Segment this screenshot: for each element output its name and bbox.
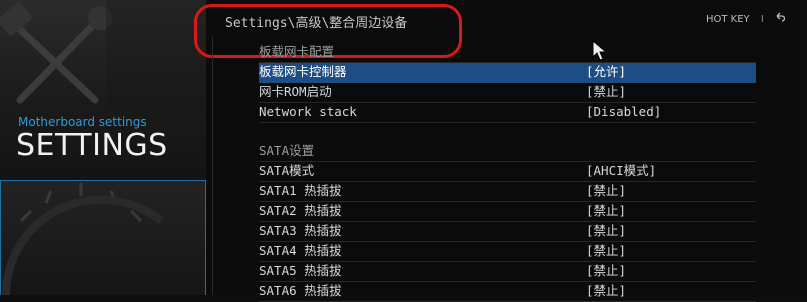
setting-label: SATA模式 [259, 163, 315, 178]
setting-value[interactable]: [Disabled] [586, 103, 661, 121]
section-header: SATA设置 [259, 142, 756, 162]
setting-value[interactable]: [禁止] [586, 282, 626, 300]
gauge-icon [2, 183, 164, 295]
section-header: 板载网卡配置 [259, 43, 756, 63]
setting-row[interactable]: SATA4 热插拔 [禁止] [259, 242, 756, 262]
setting-row[interactable]: 板载网卡控制器 [允许] [259, 63, 756, 83]
hotkey-bar: HOT KEY I [706, 12, 786, 25]
setting-row[interactable]: SATA1 热插拔 [禁止] [259, 182, 756, 202]
setting-value[interactable]: [禁止] [586, 182, 626, 200]
setting-value[interactable]: [禁止] [586, 202, 626, 220]
divider [212, 36, 213, 295]
setting-value[interactable]: [禁止] [586, 83, 626, 101]
oc-tile[interactable] [0, 180, 206, 295]
setting-label: SATA1 热插拔 [259, 183, 342, 198]
setting-row[interactable]: SATA3 热插拔 [禁止] [259, 222, 756, 242]
section-header-label: SATA设置 [259, 143, 315, 158]
sidebar-title: SETTINGS [16, 128, 168, 163]
setting-row[interactable]: SATA模式 [AHCI模式] [259, 162, 756, 182]
setting-label: Network stack [259, 104, 357, 119]
setting-label: SATA2 热插拔 [259, 203, 342, 218]
back-arrow-icon[interactable] [775, 12, 786, 25]
setting-value[interactable]: [AHCI模式] [586, 162, 656, 180]
tools-icon [0, 0, 206, 110]
setting-value[interactable]: [禁止] [586, 262, 626, 280]
setting-row[interactable]: SATA2 热插拔 [禁止] [259, 202, 756, 222]
setting-row[interactable]: Network stack [Disabled] [259, 103, 756, 123]
hotkey-button[interactable]: HOT KEY [706, 14, 750, 25]
sidebar-subtitle: Motherboard settings [18, 115, 147, 129]
section-header-label: 板载网卡配置 [259, 44, 335, 59]
main-panel: Settings\高级\整合周边设备 HOT KEY I 板载网卡配置 板载网卡… [194, 0, 807, 302]
sidebar: Motherboard settings SETTINGS [0, 0, 206, 295]
setting-label: 网卡ROM启动 [259, 84, 332, 99]
setting-value[interactable]: [禁止] [586, 222, 626, 240]
hotkey-separator: I [760, 14, 764, 25]
setting-label: 板载网卡控制器 [259, 64, 347, 79]
setting-label: SATA3 热插拔 [259, 223, 342, 238]
setting-row[interactable]: SATA5 热插拔 [禁止] [259, 262, 756, 282]
mouse-cursor-icon [592, 40, 608, 61]
settings-list: 板载网卡配置 板载网卡控制器 [允许] 网卡ROM启动 [禁止] Network… [259, 43, 756, 302]
setting-label: SATA6 热插拔 [259, 283, 342, 298]
setting-row[interactable]: 网卡ROM启动 [禁止] [259, 83, 756, 103]
setting-row[interactable]: SATA6 热插拔 [禁止] [259, 282, 756, 302]
setting-label: SATA4 热插拔 [259, 243, 342, 258]
setting-value[interactable]: [允许] [586, 63, 626, 81]
setting-label: SATA5 热插拔 [259, 263, 342, 278]
setting-value[interactable]: [禁止] [586, 242, 626, 260]
settings-tile[interactable]: Motherboard settings SETTINGS [0, 0, 206, 178]
